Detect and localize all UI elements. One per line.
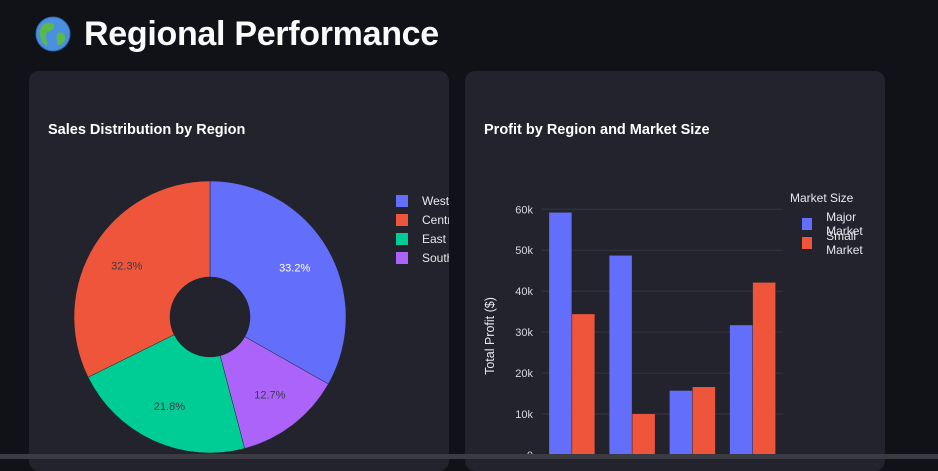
legend-swatch-central (396, 214, 408, 226)
legend-swatch-west (396, 195, 408, 207)
legend-title-market-size: Market Size (790, 191, 854, 205)
page-header: Regional Performance (34, 12, 439, 56)
y-tick-label: 30k (515, 327, 533, 339)
bottom-scrollbar[interactable] (0, 454, 938, 459)
legend-label-small: Small Market (826, 229, 863, 257)
globe-icon (35, 16, 71, 52)
legend-label-east: East (422, 232, 447, 246)
bar-major-market[interactable] (669, 390, 693, 455)
y-tick-label: 10k (515, 409, 533, 421)
y-axis-label: Total Profit ($) (483, 297, 497, 375)
bar-major-market[interactable] (549, 212, 572, 455)
bar-small-market[interactable] (752, 282, 776, 455)
bar-major-market[interactable] (609, 255, 632, 455)
page-title: Regional Performance (84, 14, 439, 53)
pie-label-east: 21.8% (154, 401, 185, 413)
y-tick-label: 50k (515, 245, 533, 257)
bar-major-market[interactable] (729, 325, 753, 455)
profit-by-region-card: Profit by Region and Market Size 010k20k… (465, 71, 885, 471)
legend-label-west: West (422, 194, 449, 208)
legend-swatch-small (802, 237, 813, 249)
y-tick-label: 60k (515, 204, 533, 216)
pie-slice-central[interactable] (73, 180, 211, 378)
y-tick-label: 40k (515, 286, 533, 298)
sales-distribution-card: Sales Distribution by Region 33.2% 12.7% 2… (29, 71, 449, 471)
bar-small-market[interactable] (692, 387, 716, 455)
legend-swatch-east (396, 233, 408, 245)
pie-label-west: 33.2% (279, 263, 310, 275)
profit-bar-chart[interactable]: 010k20k30k40k50k60kTotal Profit ($) (465, 71, 885, 471)
legend-item-west[interactable]: West (396, 194, 449, 208)
legend-item-small-market[interactable]: Small Market (802, 229, 885, 257)
bar-small-market[interactable] (632, 414, 655, 455)
legend-swatch-south (396, 252, 408, 264)
legend-item-central[interactable]: Central (396, 213, 449, 227)
legend-label-south: South (422, 251, 449, 265)
legend-item-south[interactable]: South (396, 251, 449, 265)
y-tick-label: 20k (515, 368, 533, 380)
pie-label-central: 32.3% (111, 260, 142, 272)
bar-small-market[interactable] (572, 314, 595, 455)
sales-pie-chart[interactable]: 33.2% 12.7% 21.8% 32.3% (29, 71, 449, 471)
legend-item-east[interactable]: East (396, 232, 446, 246)
legend-label-central: Central (422, 213, 449, 227)
pie-label-south: 12.7% (254, 390, 285, 402)
